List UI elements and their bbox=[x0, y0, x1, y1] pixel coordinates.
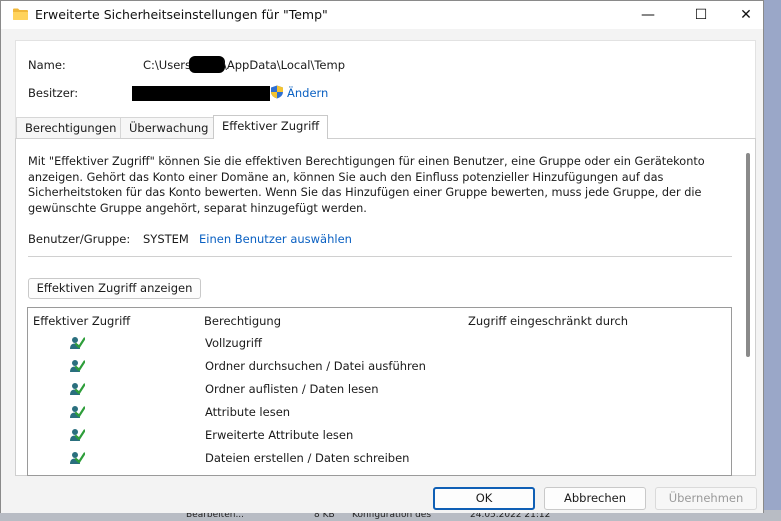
window-title: Erweiterte Sicherheitseinstellungen für … bbox=[35, 7, 328, 22]
table-row[interactable]: Ordner durchsuchen / Datei ausführen bbox=[28, 355, 731, 378]
tab-berechtigungen[interactable]: Berechtigungen bbox=[16, 117, 126, 139]
table-row[interactable]: Dateien erstellen / Daten schreiben bbox=[28, 447, 731, 470]
vertical-scrollbar[interactable] bbox=[746, 153, 750, 357]
name-value-prefix: C:\Users bbox=[143, 58, 191, 72]
redaction-block bbox=[189, 56, 225, 73]
close-icon: ✕ bbox=[740, 7, 752, 23]
table-row[interactable]: Ordner erstellen / Daten anhängen bbox=[28, 470, 731, 476]
title-bar[interactable]: Erweiterte Sicherheitseinstellungen für … bbox=[1, 1, 763, 29]
permission-label: Vollzugriff bbox=[205, 336, 262, 350]
tab-label: Effektiver Zugriff bbox=[222, 119, 320, 133]
redaction-block bbox=[132, 86, 270, 101]
table-row[interactable]: Ordner auflisten / Daten lesen bbox=[28, 378, 731, 401]
minimize-button[interactable]: — bbox=[625, 1, 671, 29]
user-check-icon bbox=[70, 429, 85, 441]
column-header-effective-access[interactable]: Effektiver Zugriff bbox=[33, 314, 130, 328]
user-check-icon bbox=[70, 452, 85, 464]
show-effective-access-button[interactable]: Effektiven Zugriff anzeigen bbox=[28, 278, 201, 299]
column-header-permission[interactable]: Berechtigung bbox=[204, 314, 281, 328]
permission-label: Erweiterte Attribute lesen bbox=[205, 428, 354, 442]
cancel-button[interactable]: Abbrechen bbox=[544, 487, 646, 510]
permission-label: Ordner erstellen / Daten anhängen bbox=[205, 474, 406, 475]
description-text: Mit "Effektiver Zugriff" können Sie die … bbox=[28, 155, 705, 215]
close-button[interactable]: ✕ bbox=[723, 1, 769, 29]
maximize-icon: ☐ bbox=[694, 7, 708, 23]
folder-icon bbox=[13, 8, 28, 20]
minimize-icon: — bbox=[641, 7, 655, 23]
table-row[interactable]: Vollzugriff bbox=[28, 332, 731, 355]
dialog-footer bbox=[1, 477, 763, 513]
name-label: Name: bbox=[28, 58, 66, 72]
user-check-icon bbox=[70, 337, 85, 349]
user-check-icon bbox=[70, 383, 85, 395]
permission-label: Ordner durchsuchen / Datei ausführen bbox=[205, 359, 426, 373]
user-group-label: Benutzer/Gruppe: bbox=[28, 232, 131, 246]
user-check-icon bbox=[70, 360, 85, 372]
select-user-link[interactable]: Einen Benutzer auswählen bbox=[199, 232, 352, 246]
background-desktop-right bbox=[764, 0, 781, 521]
permission-label: Dateien erstellen / Daten schreiben bbox=[205, 451, 410, 465]
tab-ueberwachung[interactable]: Überwachung bbox=[120, 117, 218, 139]
tab-label: Überwachung bbox=[129, 121, 209, 135]
divider bbox=[28, 256, 732, 257]
permission-label: Attribute lesen bbox=[205, 405, 291, 419]
owner-label: Besitzer: bbox=[28, 86, 79, 100]
effective-access-table[interactable]: Effektiver Zugriff Berechtigung Zugriff … bbox=[27, 307, 732, 476]
change-owner-link[interactable]: Ändern bbox=[287, 86, 328, 100]
ok-button[interactable]: OK bbox=[433, 487, 535, 510]
user-check-icon bbox=[69, 473, 85, 476]
apply-button[interactable]: Übernehmen bbox=[655, 487, 757, 510]
user-group-value: SYSTEM bbox=[143, 232, 189, 246]
tab-label: Berechtigungen bbox=[25, 121, 117, 135]
tab-effektiver-zugriff[interactable]: Effektiver Zugriff bbox=[213, 115, 329, 139]
permission-label: Ordner auflisten / Daten lesen bbox=[205, 382, 379, 396]
user-check-icon bbox=[70, 406, 85, 418]
column-header-limited-by[interactable]: Zugriff eingeschränkt durch bbox=[468, 314, 628, 328]
uac-shield-icon bbox=[271, 85, 283, 99]
name-value-suffix: \AppData\Local\Temp bbox=[223, 58, 346, 72]
table-row[interactable]: Attribute lesen bbox=[28, 401, 731, 424]
security-settings-dialog: Erweiterte Sicherheitseinstellungen für … bbox=[0, 0, 764, 513]
table-row[interactable]: Erweiterte Attribute lesen bbox=[28, 424, 731, 447]
maximize-button[interactable]: ☐ bbox=[678, 1, 724, 29]
